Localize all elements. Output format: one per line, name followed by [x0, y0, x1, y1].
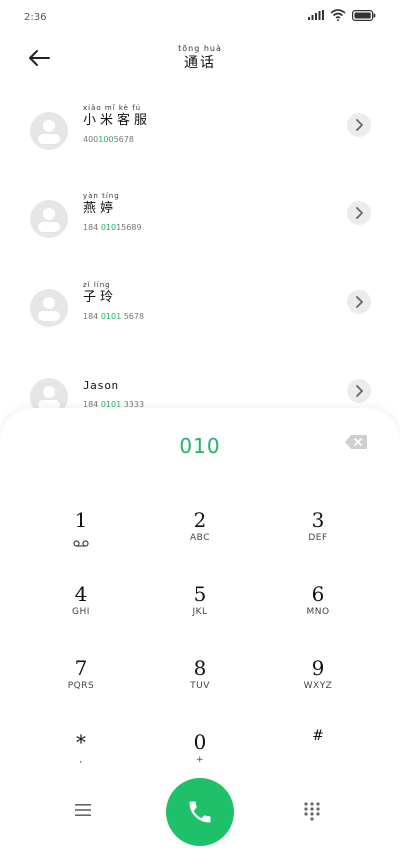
chevron-right-icon: [356, 207, 363, 219]
chevron-right-icon: [356, 385, 363, 397]
contact-detail-button[interactable]: [347, 290, 371, 314]
key-8[interactable]: 8 TUV: [155, 656, 245, 712]
dialpad-bottom-row: [0, 778, 400, 848]
contact-text: Jason 184 0101 3333: [83, 378, 144, 410]
avatar: [30, 200, 68, 238]
key-5[interactable]: 5 JKL: [155, 582, 245, 638]
contact-row[interactable]: yàn tíng 燕婷 184 01015689: [0, 192, 400, 270]
contact-name: 小米客服: [83, 113, 152, 128]
contact-text: yàn tíng 燕婷 184 01015689: [83, 192, 142, 233]
avatar: [30, 289, 68, 327]
number-match: 100: [98, 135, 114, 144]
contact-row[interactable]: zǐ líng 子玲 184 0101 5678: [0, 281, 400, 359]
contact-name: 子玲: [83, 290, 118, 305]
key-hash[interactable]: #: [273, 724, 363, 780]
number-match: 010: [100, 223, 117, 232]
dialpad-grid-icon: [304, 802, 320, 821]
contact-name: 燕婷: [83, 201, 118, 216]
voicemail-icon: [73, 540, 89, 547]
dialpad-panel: 010 1 2 ABC 3 DEF 4 GHI 5 JKL 6 MNO 7 PQRS 8 TU…: [0, 408, 400, 866]
backspace-icon: [345, 435, 367, 449]
contact-text: xiǎo mǐ kè fú 小米客服 4001005678: [83, 104, 151, 145]
contact-pinyin: yàn tíng: [83, 192, 120, 200]
key-3[interactable]: 3 DEF: [273, 508, 363, 564]
contact-pinyin: zǐ líng: [83, 281, 111, 289]
menu-icon: [75, 804, 91, 816]
contact-number: 184 0101 5678: [83, 312, 145, 321]
key-9[interactable]: 9 WXYZ: [273, 656, 363, 712]
signal-icon: [308, 10, 324, 20]
contact-row[interactable]: xiǎo mǐ kè fú 小米客服 4001005678: [0, 104, 400, 182]
key-1[interactable]: 1: [36, 508, 126, 564]
key-2[interactable]: 2 ABC: [155, 508, 245, 564]
chevron-right-icon: [356, 296, 363, 308]
contact-detail-button[interactable]: [347, 113, 371, 137]
status-bar: 2:36: [0, 0, 400, 34]
menu-button[interactable]: [74, 802, 98, 822]
contact-name: Jason: [83, 379, 119, 392]
contact-detail-button[interactable]: [347, 379, 371, 403]
page-title-wrap: tōng huà 通话: [0, 44, 400, 72]
chevron-right-icon: [356, 119, 363, 131]
contact-number: 184 01015689: [83, 223, 142, 232]
key-4[interactable]: 4 GHI: [36, 582, 126, 638]
avatar: [30, 112, 68, 150]
key-7[interactable]: 7 PQRS: [36, 656, 126, 712]
page-title-pinyin: tōng huà: [178, 44, 222, 53]
key-6[interactable]: 6 MNO: [273, 582, 363, 638]
phone-icon: [189, 801, 211, 823]
page-title: 通话: [184, 55, 216, 71]
backspace-button[interactable]: [344, 434, 368, 450]
dialpad-toggle-button[interactable]: [303, 801, 323, 821]
status-icons: [308, 9, 376, 21]
contact-text: zǐ líng 子玲 184 0101 5678: [83, 281, 144, 322]
contact-pinyin: xiǎo mǐ kè fú: [83, 104, 142, 112]
contact-detail-button[interactable]: [347, 201, 371, 225]
status-time: 2:36: [24, 12, 47, 23]
wifi-icon: [330, 9, 346, 21]
battery-icon: [352, 9, 376, 21]
contact-number: 4001005678: [83, 135, 134, 144]
number-match: 0101: [100, 312, 122, 321]
call-button[interactable]: [166, 778, 234, 846]
dialed-number: 010: [179, 434, 221, 458]
header: tōng huà 通话: [0, 40, 400, 80]
